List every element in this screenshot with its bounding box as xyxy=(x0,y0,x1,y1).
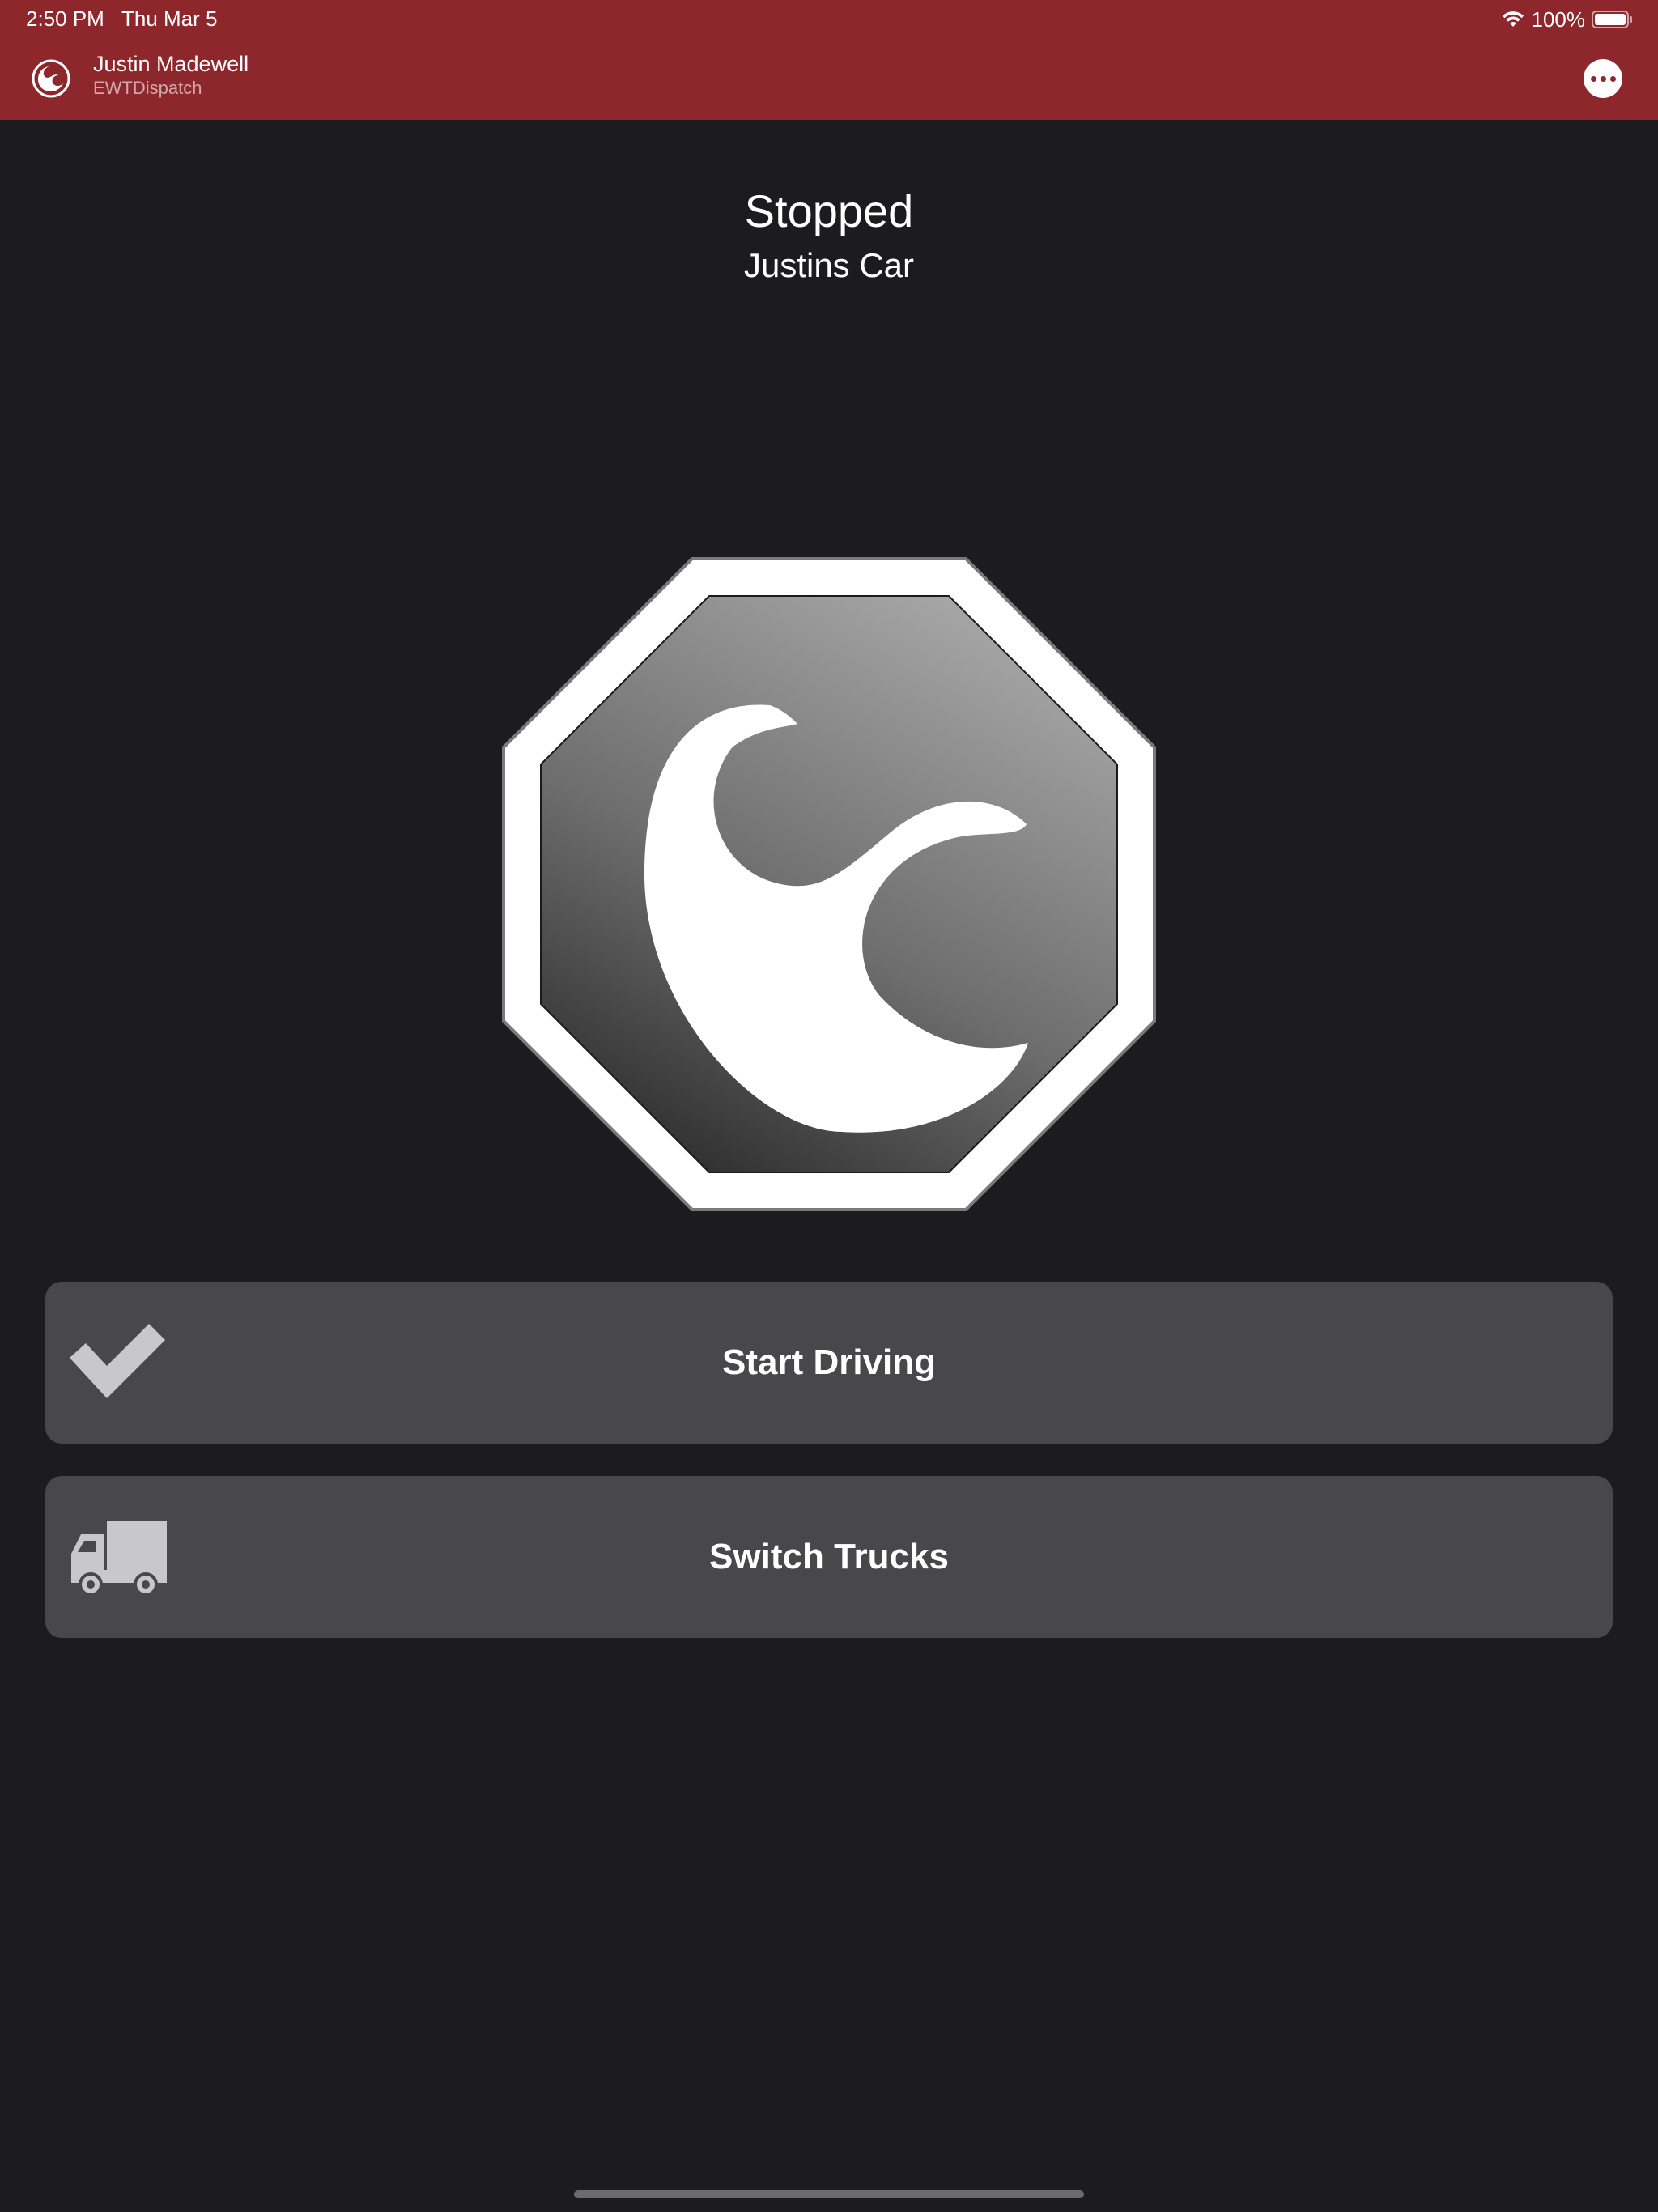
org-name: EWTDispatch xyxy=(93,78,202,98)
home-indicator[interactable] xyxy=(574,2190,1084,2198)
wave-logo-icon[interactable] xyxy=(31,58,71,99)
driving-status: Stopped xyxy=(744,185,914,236)
vehicle-name: Justins Car xyxy=(743,246,915,284)
wifi-icon xyxy=(1502,11,1524,27)
status-indicators: 100% xyxy=(1501,6,1635,32)
battery-percent: 100% xyxy=(1531,6,1586,32)
status-date: Thu Mar 5 xyxy=(121,6,218,31)
app-header: 2:50 PM Thu Mar 5 100% Justin Madewell E… xyxy=(0,0,1658,120)
switch-trucks-button[interactable]: Switch Trucks xyxy=(45,1476,1613,1638)
start-driving-button[interactable]: Start Driving xyxy=(45,1282,1613,1444)
ellipsis-icon xyxy=(1590,75,1596,82)
status-time: 2:50 PM xyxy=(26,6,104,31)
battery-icon xyxy=(1592,11,1632,28)
user-name: Justin Madewell xyxy=(93,52,249,76)
stop-sign-wave-icon xyxy=(502,557,1156,1211)
start-driving-label: Start Driving xyxy=(721,1342,937,1382)
switch-trucks-label: Switch Trucks xyxy=(709,1537,949,1576)
more-options-button[interactable] xyxy=(1584,59,1622,98)
